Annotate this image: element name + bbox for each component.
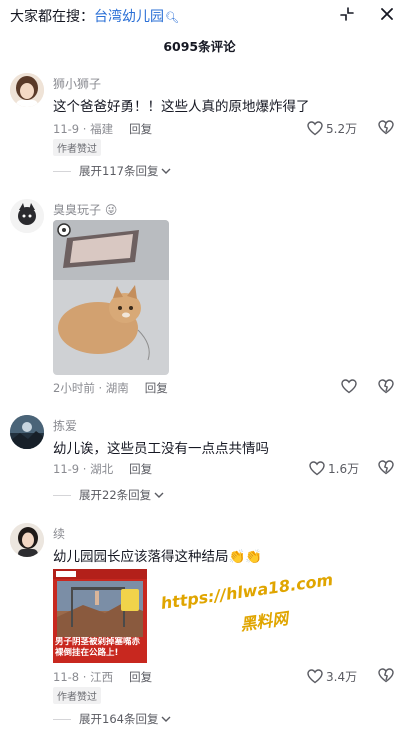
comment-username[interactable]: 续 <box>53 525 65 542</box>
avatar[interactable] <box>10 523 44 557</box>
comment-text-body: 幼儿园园长应该落得这种结局 <box>53 549 229 565</box>
like-count: 1.6万 <box>328 462 360 476</box>
news-thumbnail[interactable]: 男子阴茎被剁掉塞嘴赤裸倒挂在公路上! <box>53 569 147 663</box>
expand-replies-button[interactable]: 展开117条回复 <box>53 163 171 179</box>
avatar[interactable] <box>10 415 44 449</box>
comment-username[interactable]: 臭臭玩子 😜 <box>53 201 117 218</box>
comment-meta: 2小时前 · 湖南 回复 <box>53 381 168 395</box>
heart-icon <box>307 669 323 684</box>
divider <box>53 718 71 720</box>
like-button[interactable] <box>341 379 360 394</box>
expand-replies-button[interactable]: 展开164条回复 <box>53 711 171 727</box>
reply-button[interactable]: 回复 <box>145 381 168 395</box>
like-count: 3.4万 <box>326 670 358 684</box>
comment-location: 湖北 <box>90 462 114 476</box>
search-suggestion-prefix: 大家都在搜： <box>10 9 94 25</box>
author-liked-badge: 作者赞过 <box>53 139 101 156</box>
dislike-icon[interactable] <box>378 668 394 687</box>
comment-date: 11-9 <box>53 462 80 476</box>
search-suggestion-keyword[interactable]: 台湾幼儿园 <box>94 9 164 25</box>
expand-replies-label: 展开164条回复 <box>79 712 159 726</box>
expand-replies-label: 展开117条回复 <box>79 164 159 178</box>
divider <box>53 170 71 172</box>
search-icon: 🔍︎ <box>165 11 179 24</box>
heart-icon <box>307 121 323 136</box>
like-button[interactable]: 1.6万 <box>309 460 359 477</box>
watermark-label: 黑料网 <box>239 608 290 635</box>
comment-location: 福建 <box>90 122 114 136</box>
comment-date: 11-8 <box>53 670 80 684</box>
comment-date: 11-9 <box>53 122 80 136</box>
comment-username-text: 臭臭玩子 <box>53 203 102 217</box>
reply-button[interactable]: 回复 <box>129 122 152 136</box>
dislike-icon[interactable] <box>378 379 394 398</box>
comment-count: 6095条评论 <box>163 39 236 54</box>
comment-location: 江西 <box>90 670 114 684</box>
close-icon[interactable] <box>376 3 398 25</box>
divider <box>53 494 71 496</box>
text-emoji: 👏👏 <box>228 549 263 565</box>
expand-replies-label: 展开22条回复 <box>79 488 152 502</box>
username-emoji: 😜 <box>104 203 118 217</box>
shrink-icon[interactable] <box>336 3 358 25</box>
comment-text: 幼儿诶，这些员工没有一点点共情吗 <box>53 441 269 457</box>
avatar[interactable] <box>10 73 44 107</box>
reply-button[interactable]: 回复 <box>129 462 152 476</box>
author-liked-badge: 作者赞过 <box>53 687 101 704</box>
comment-username[interactable]: 狮小狮子 <box>53 75 101 92</box>
dislike-icon[interactable] <box>378 120 394 139</box>
comment-meta: 11-8 · 江西 回复 <box>53 670 153 684</box>
comment-username[interactable]: 拣爱 <box>53 417 77 434</box>
thumbnail-caption: 男子阴茎被剁掉塞嘴赤裸倒挂在公路上! <box>55 637 141 658</box>
search-suggestion[interactable]: 大家都在搜：台湾幼儿园🔍︎ <box>10 6 179 26</box>
comment-date: 2小时前 <box>53 381 95 395</box>
comment-location: 湖南 <box>105 381 129 395</box>
comment-meta: 11-9 · 湖北 回复 <box>53 462 153 476</box>
avatar[interactable] <box>10 199 44 233</box>
heart-icon <box>341 379 357 394</box>
reply-button[interactable]: 回复 <box>129 670 152 684</box>
like-count: 5.2万 <box>326 122 358 136</box>
like-button[interactable]: 3.4万 <box>307 668 357 685</box>
comment-meta: 11-9 · 福建 回复 <box>53 122 153 136</box>
dislike-icon[interactable] <box>378 460 394 479</box>
watermark-url: https://hlwa18.com <box>159 570 335 613</box>
heart-icon <box>309 461 325 476</box>
comment-text: 幼儿园园长应该落得这种结局👏👏 <box>53 545 262 565</box>
cat-photo[interactable] <box>53 220 169 375</box>
chevron-down-icon <box>161 716 171 722</box>
chevron-down-icon <box>161 168 171 174</box>
chevron-down-icon <box>154 492 164 498</box>
expand-replies-button[interactable]: 展开22条回复 <box>53 487 164 503</box>
comment-text: 这个爸爸好勇！！这些人真的原地爆炸得了 <box>53 99 310 115</box>
like-button[interactable]: 5.2万 <box>307 120 357 137</box>
